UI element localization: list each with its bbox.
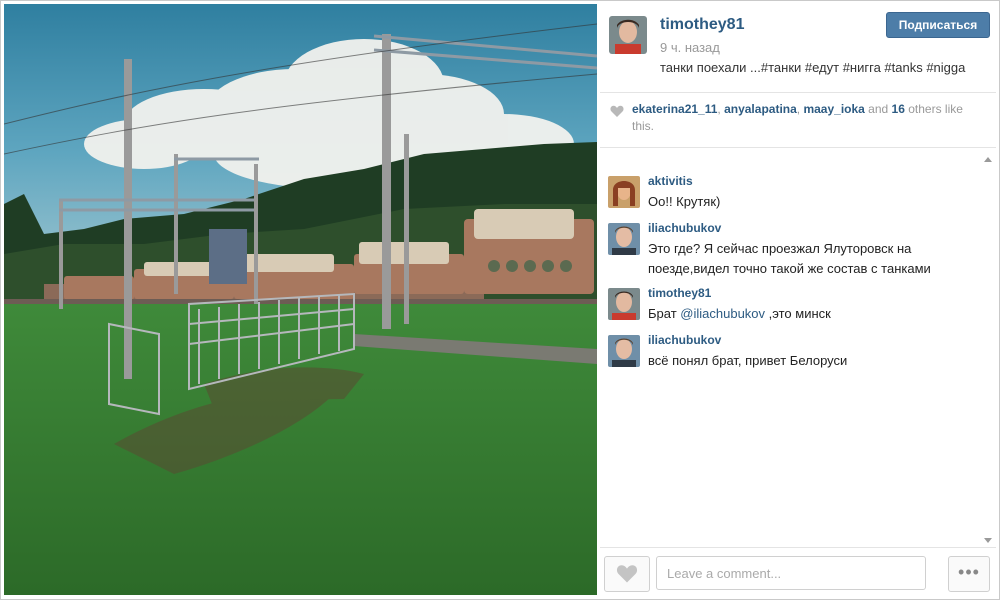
comment-text: Брат @iliachubukov ,это минск xyxy=(648,306,831,321)
post-caption: танки поехали ...#танки #едут #нигга #ta… xyxy=(660,60,966,75)
comments-scrollbar[interactable] xyxy=(982,155,994,545)
post-header: timothey81 9 ч. назад танки поехали ...#… xyxy=(600,4,996,93)
comment-input[interactable] xyxy=(656,556,926,590)
author-avatar[interactable] xyxy=(609,16,647,54)
comment-bar: ••• xyxy=(600,547,996,597)
like-button[interactable] xyxy=(604,556,650,592)
commenter-avatar[interactable] xyxy=(608,176,640,208)
likes-text: ekaterina21_11, anyalapatina, maay_ioka … xyxy=(632,102,963,133)
liker-link[interactable]: ekaterina21_11 xyxy=(632,102,717,116)
liker-link[interactable]: anyalapatina xyxy=(724,102,797,116)
likes-section: ekaterina21_11, anyalapatina, maay_ioka … xyxy=(600,93,996,148)
commenter-avatar[interactable] xyxy=(608,335,640,367)
liker-link[interactable]: maay_ioka xyxy=(803,102,864,116)
heart-icon xyxy=(610,105,624,123)
comment-username[interactable]: iliachubukov xyxy=(648,333,721,347)
follow-button[interactable]: Подписаться xyxy=(886,12,990,38)
more-icon: ••• xyxy=(958,562,980,582)
comment-text: Это где? Я сейчас проезжал Ялуторовск на… xyxy=(648,241,931,276)
comment-username[interactable]: timothey81 xyxy=(648,286,711,300)
author-username[interactable]: timothey81 xyxy=(660,16,744,34)
comment-text: Оо!! Крутяк) xyxy=(648,194,721,209)
commenter-avatar[interactable] xyxy=(608,288,640,320)
likes-count[interactable]: 16 xyxy=(892,102,905,116)
comments-list: aktivitis Оо!! Крутяк) iliachubukov Это … xyxy=(600,155,996,545)
heart-icon xyxy=(616,564,638,589)
comment-username[interactable]: iliachubukov xyxy=(648,221,721,235)
more-options-button[interactable]: ••• xyxy=(948,556,990,592)
post-time: 9 ч. назад xyxy=(660,40,720,55)
post-photo[interactable] xyxy=(4,4,597,595)
commenter-avatar[interactable] xyxy=(608,223,640,255)
mention-link[interactable]: @iliachubukov xyxy=(680,306,765,321)
comment-text: всё понял брат, привет Белоруси xyxy=(648,353,848,368)
comment-username[interactable]: aktivitis xyxy=(648,174,693,188)
post-sidebar: timothey81 9 ч. назад танки поехали ...#… xyxy=(600,4,996,596)
